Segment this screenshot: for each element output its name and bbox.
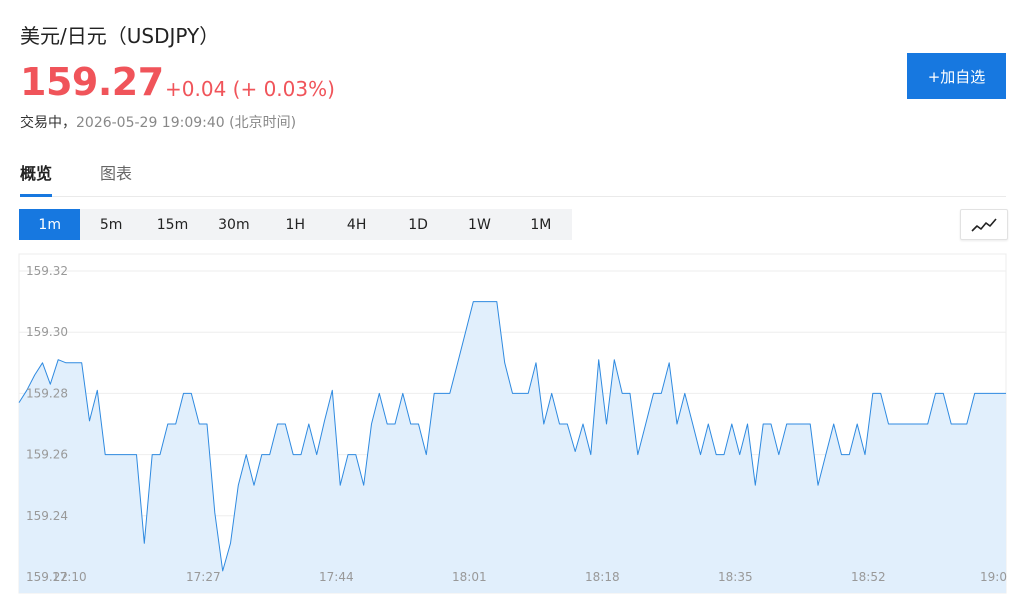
x-tick-label: 17:44 xyxy=(319,570,354,584)
tab-bar: 概览 图表 xyxy=(20,160,1006,197)
price-chart: 159.32159.30159.28159.26159.24159.2217:1… xyxy=(18,253,1007,594)
timestamp: 2026-05-29 19:09:40 (北京时间) xyxy=(76,115,297,131)
series-area xyxy=(19,301,1006,593)
y-tick-label: 159.32 xyxy=(26,264,68,278)
x-tick-label: 19:0 xyxy=(980,570,1007,584)
period-1mo[interactable]: 1M xyxy=(510,209,571,240)
x-tick-label: 18:35 xyxy=(718,570,753,584)
page-title: 美元/日元（USDJPY） xyxy=(20,24,220,48)
x-tick-label: 17:10 xyxy=(52,570,87,584)
x-tick-label: 18:18 xyxy=(585,570,620,584)
y-tick-label: 159.24 xyxy=(26,509,68,523)
period-selector: 1m 5m 15m 30m 1H 4H 1D 1W 1M xyxy=(19,209,572,240)
x-tick-label: 18:01 xyxy=(452,570,487,584)
period-1h[interactable]: 1H xyxy=(265,209,326,240)
trading-status: 交易中， xyxy=(20,115,76,131)
x-tick-label: 18:52 xyxy=(851,570,886,584)
period-5m[interactable]: 5m xyxy=(80,209,141,240)
price-change: +0.04 (+ 0.03%) xyxy=(165,77,335,101)
period-1d[interactable]: 1D xyxy=(387,209,448,240)
y-tick-label: 159.28 xyxy=(26,386,68,400)
period-30m[interactable]: 30m xyxy=(203,209,264,240)
y-tick-label: 159.26 xyxy=(26,448,68,462)
current-price: 159.27 xyxy=(20,60,164,104)
chart-type-button[interactable] xyxy=(960,209,1008,240)
tab-chart[interactable]: 图表 xyxy=(100,160,132,194)
add-watchlist-button[interactable]: +加自选 xyxy=(907,53,1006,99)
period-1m[interactable]: 1m xyxy=(19,209,81,240)
tab-overview[interactable]: 概览 xyxy=(20,160,53,197)
x-tick-label: 17:27 xyxy=(186,570,221,584)
market-status: 交易中，2026-05-29 19:09:40 (北京时间) xyxy=(20,112,296,132)
period-1w[interactable]: 1W xyxy=(449,209,510,240)
period-4h[interactable]: 4H xyxy=(326,209,387,240)
line-chart-icon xyxy=(971,217,997,232)
y-tick-label: 159.30 xyxy=(26,325,68,339)
period-15m[interactable]: 15m xyxy=(142,209,203,240)
